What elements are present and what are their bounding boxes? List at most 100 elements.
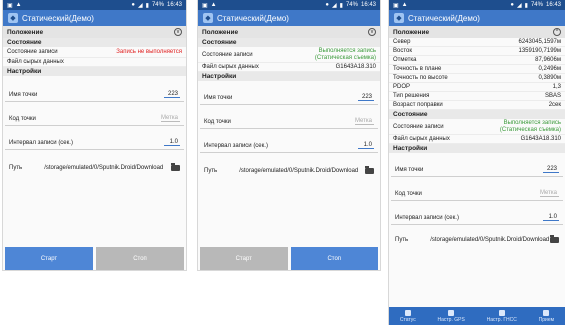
point-name-field[interactable]: Имя точки 223 [391, 153, 563, 177]
clock: 16:43 [360, 2, 376, 8]
point-name-input[interactable]: 223 [543, 166, 559, 173]
table-row: Север 6243045,1597м [389, 38, 565, 47]
point-name-input[interactable]: 223 [164, 91, 180, 98]
table-row: Тип решения SBAS [389, 92, 565, 101]
interval-field[interactable]: Интервал записи (сек.) 1.0 [391, 201, 563, 225]
app-bar: ◆ Статический(Демо) [3, 10, 186, 26]
location-icon: ● [131, 2, 136, 8]
raw-file-row: Файл сырых данных [3, 58, 186, 67]
point-code-field[interactable]: Код точки Метка [391, 177, 563, 201]
point-code-input[interactable]: Метка [160, 115, 180, 122]
point-code-field[interactable]: Код точки Метка [5, 102, 184, 126]
chevron-down-icon[interactable]: v [368, 28, 376, 36]
raw-file-value: G1643A18.310 [520, 136, 561, 142]
folder-icon[interactable] [550, 235, 559, 243]
stop-button[interactable]: Стоп [290, 247, 378, 270]
row-label: Отметка [393, 57, 417, 63]
position-label: Положение [393, 28, 430, 36]
record-state-value: Запись не выполняется [116, 49, 182, 55]
interval-input[interactable]: 1.0 [164, 139, 180, 146]
nav-label: Прием [538, 316, 555, 323]
chevron-down-icon[interactable]: v [174, 28, 182, 36]
signal-icon: ◢ [138, 2, 143, 9]
point-code-label: Код точки [9, 116, 36, 122]
battery-icon: ▮ [524, 2, 528, 9]
interval-field[interactable]: Интервал записи (сек.) 1.0 [200, 129, 378, 153]
nav-item-status[interactable]: Статус [399, 309, 416, 323]
path-label: Путь [9, 165, 23, 171]
interval-field[interactable]: Интервал записи (сек.) 1.0 [5, 126, 184, 150]
app-logo-icon[interactable]: ◆ [203, 13, 213, 23]
row-label: Точность по высоте [393, 75, 448, 81]
interval-label: Интервал записи (сек.) [395, 215, 459, 221]
point-name-label: Имя точки [9, 92, 38, 98]
warning-icon: ▲ [210, 2, 217, 8]
chevron-up-icon[interactable]: ^ [553, 28, 561, 36]
screenshot-idle: ▣ ▲ ● ◢ ▮ 74% 16:43 ◆ Статический(Демо) Полож… [3, 0, 186, 270]
point-name-label: Имя точки [204, 95, 233, 101]
warning-icon: ▲ [15, 2, 22, 8]
point-name-field[interactable]: Имя точки 223 [5, 76, 184, 102]
path-label: Путь [204, 168, 218, 174]
point-code-field[interactable]: Код точки Метка [200, 105, 378, 129]
satellite-icon [448, 309, 455, 316]
action-buttons: Старт Стоп [198, 247, 380, 270]
raw-file-row: Файл сырых данных G1643A18.310 [198, 63, 380, 72]
path-row[interactable]: Путь /storage/emulated/0/Sputnik.Droid/D… [200, 153, 378, 189]
clock: 16:43 [545, 2, 561, 8]
row-label: Возраст поправки [393, 102, 443, 108]
nav-label: Настр. GPS [437, 316, 465, 323]
row-label: Точность в плане [393, 66, 442, 72]
path-row[interactable]: Путь /storage/emulated/0/Sputnik.Droid/D… [391, 225, 563, 255]
position-header[interactable]: Положение ^ [389, 26, 565, 38]
table-row: Возраст поправки 2сек [389, 101, 565, 110]
row-value: SBAS [544, 93, 561, 99]
position-header[interactable]: Положение v [3, 26, 186, 38]
table-row: Точность по высоте 0,3890м [389, 74, 565, 83]
row-label: PDOP [393, 84, 411, 90]
raw-file-label: Файл сырых данных [7, 59, 64, 65]
start-button[interactable]: Старт [5, 247, 93, 270]
app-logo-icon[interactable]: ◆ [394, 13, 404, 23]
battery-level: 74% [345, 2, 358, 8]
settings-header: Настройки [389, 144, 565, 153]
folder-icon[interactable] [171, 163, 180, 171]
point-code-input[interactable]: Метка [354, 118, 374, 125]
app-title: Статический(Демо) [217, 13, 289, 23]
interval-input[interactable]: 1.0 [543, 214, 559, 221]
state-header: Состояние [198, 38, 380, 47]
folder-icon[interactable] [365, 166, 374, 174]
path-value: /storage/emulated/0/Sputnik.Droid/Downlo… [44, 164, 164, 171]
row-value: 87,9606м [535, 57, 561, 63]
app-title: Статический(Демо) [408, 13, 480, 23]
position-label: Положение [7, 28, 44, 36]
point-name-input[interactable]: 223 [358, 94, 374, 101]
record-state-label: Состояние записи [393, 123, 444, 130]
position-header[interactable]: Положение v [198, 26, 380, 38]
row-label: Тип решения [393, 93, 430, 99]
app-logo-icon[interactable]: ◆ [8, 13, 18, 23]
path-row[interactable]: Путь /storage/emulated/0/Sputnik.Droid/D… [5, 150, 184, 186]
point-name-field[interactable]: Имя точки 223 [200, 81, 378, 105]
signal-icon: ◢ [332, 2, 337, 9]
interval-input[interactable]: 1.0 [358, 142, 374, 149]
app-bar: ◆ Статический(Демо) [198, 10, 380, 26]
start-button[interactable]: Старт [200, 247, 288, 270]
position-table: Север 6243045,1597м Восток 1359190,7199м О… [389, 38, 565, 110]
nav-item-gps-settings[interactable]: Настр. GPS [437, 309, 465, 323]
stop-button[interactable]: Стоп [96, 247, 184, 270]
nav-item-gnss-settings[interactable]: Настр. ГНСС [486, 309, 517, 323]
record-state-row: Состояние записи Запись не выполняется [3, 47, 186, 58]
table-row: Точность в плане 0,2496м [389, 65, 565, 74]
row-label: Восток [393, 48, 412, 54]
table-row: Восток 1359190,7199м [389, 47, 565, 56]
point-code-input[interactable]: Метка [539, 190, 559, 197]
nav-label: Статус [399, 316, 416, 323]
battery-icon: ▮ [145, 2, 149, 9]
nav-item-receive[interactable]: Прием [538, 309, 555, 323]
interval-label: Интервал записи (сек.) [9, 140, 73, 146]
screenshot-recording: ▣ ▲ ● ◢ ▮ 74% 16:43 ◆ Статический(Демо) Полож… [198, 0, 380, 270]
point-code-label: Код точки [395, 191, 422, 197]
nav-label: Настр. ГНСС [486, 316, 517, 323]
record-state-value: Выполняется запись (Статическая съемка) [499, 119, 561, 133]
